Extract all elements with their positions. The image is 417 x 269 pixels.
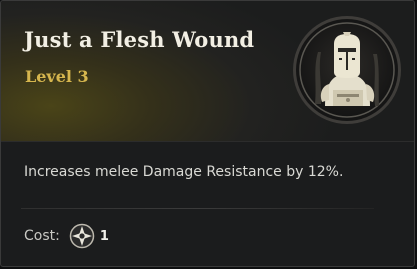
cost-label: Cost: xyxy=(24,228,60,244)
divider xyxy=(21,208,374,209)
cost-row: Cost: 1 xyxy=(24,223,109,249)
ability-tooltip: Just a Flesh Wound Level 3 Increases mel… xyxy=(0,0,415,267)
ability-description: Increases melee Damage Resistance by 12%… xyxy=(24,164,344,180)
tooltip-header: Just a Flesh Wound Level 3 xyxy=(1,1,414,142)
ability-level: Level 3 xyxy=(25,67,89,86)
ability-title: Just a Flesh Wound xyxy=(24,27,255,52)
skill-point-icon xyxy=(69,223,95,249)
cost-value: 1 xyxy=(99,228,109,244)
armored-knight-icon xyxy=(293,16,401,124)
